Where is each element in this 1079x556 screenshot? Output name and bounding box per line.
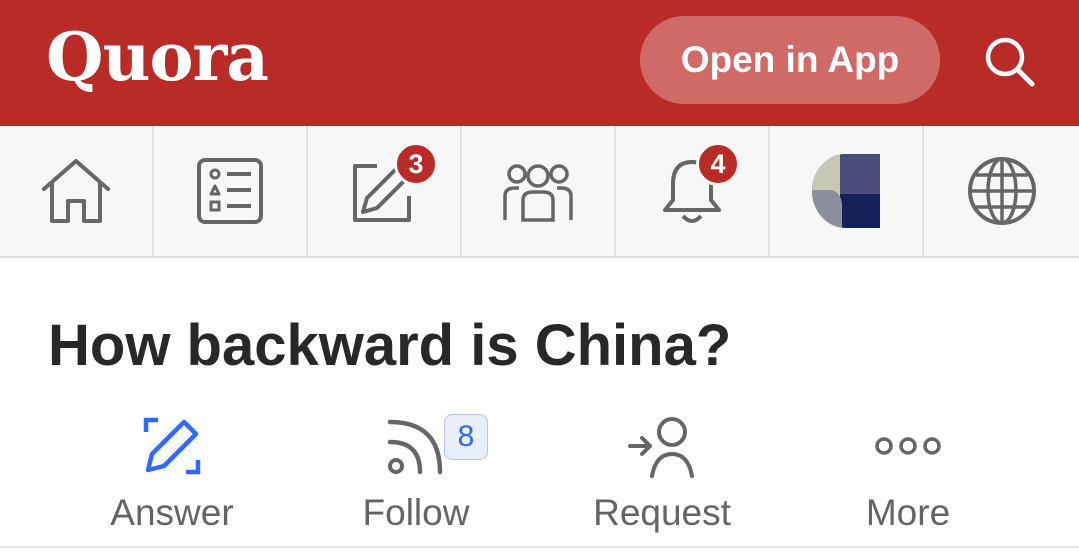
follow-count-badge: 8: [444, 414, 488, 460]
people-icon: [503, 164, 573, 222]
question-actions: Answer 8 Follow Request More: [0, 408, 1079, 548]
avatar: [812, 154, 880, 228]
nav-profile[interactable]: [770, 126, 924, 256]
home-icon: [42, 159, 110, 223]
request-button[interactable]: Request: [562, 408, 762, 548]
nav-answer[interactable]: 3: [308, 126, 462, 256]
open-in-app-button[interactable]: Open in App: [640, 16, 940, 104]
nav-spaces[interactable]: [462, 126, 616, 256]
nav-home[interactable]: [0, 126, 154, 256]
search-button[interactable]: [978, 30, 1042, 94]
answer-button[interactable]: Answer: [72, 408, 272, 548]
globe-icon: [967, 157, 1036, 225]
nav-language[interactable]: [924, 126, 1079, 256]
top-header: Quora Open in App: [0, 0, 1079, 126]
nav-bar: 3 4: [0, 126, 1079, 258]
rss-icon: [387, 419, 443, 475]
divider: [0, 546, 1079, 548]
answer-badge: 3: [394, 142, 438, 186]
more-dots-icon: [875, 437, 941, 455]
notifications-badge: 4: [696, 142, 740, 186]
request-label: Request: [593, 492, 731, 533]
nav-notifications[interactable]: 4: [616, 126, 770, 256]
pencil-icon: [143, 417, 201, 475]
quora-logo[interactable]: Quora: [46, 18, 269, 96]
more-button[interactable]: More: [808, 408, 1008, 548]
search-icon: [985, 37, 1035, 87]
request-person-icon: [628, 417, 694, 478]
question-title[interactable]: How backward is China?: [48, 312, 731, 379]
nav-following[interactable]: [154, 126, 308, 256]
follow-button[interactable]: 8 Follow: [316, 408, 516, 548]
follow-label: Follow: [362, 492, 470, 533]
more-label: More: [865, 492, 951, 533]
answer-label: Answer: [110, 492, 234, 533]
list-icon: [197, 158, 263, 224]
